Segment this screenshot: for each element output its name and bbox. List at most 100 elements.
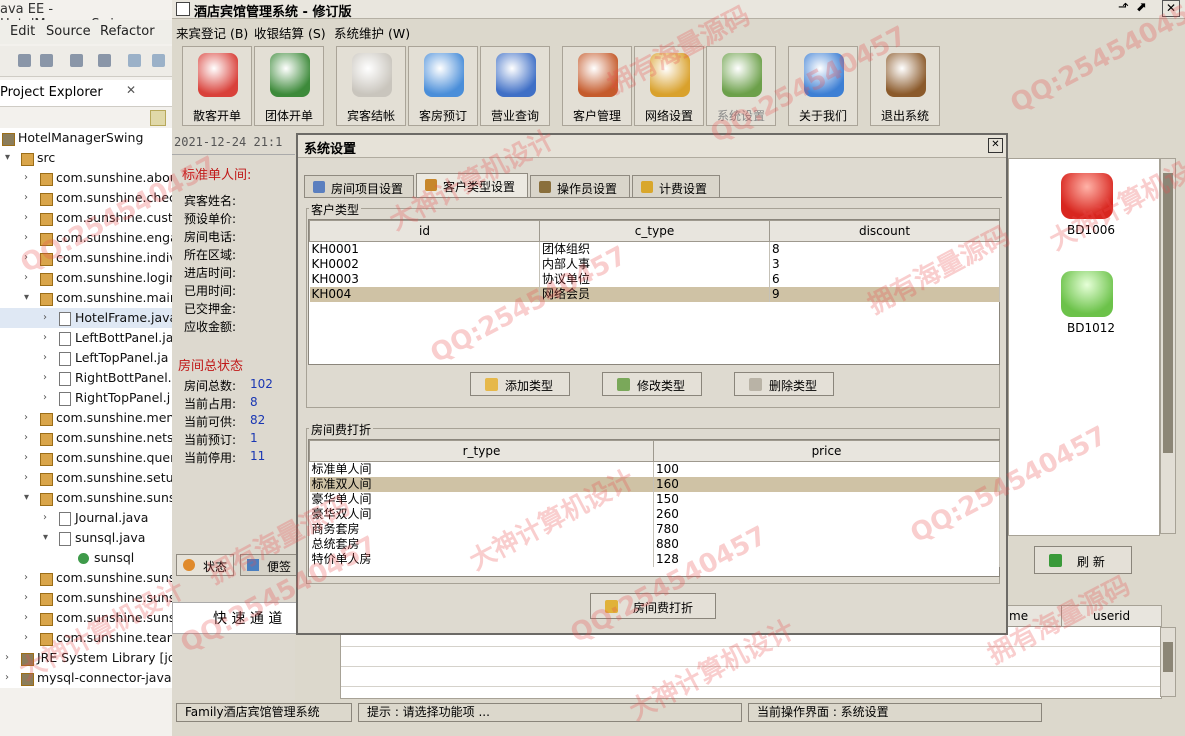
menu-refactor[interactable]: Refactor <box>100 24 155 39</box>
chevron-right-icon[interactable]: › <box>5 648 9 668</box>
chevron-right-icon[interactable]: › <box>24 168 28 188</box>
link-editor-icon[interactable] <box>150 110 166 126</box>
table-row[interactable]: 特价单人房 128 <box>309 552 1000 567</box>
chevron-right-icon[interactable]: › <box>24 268 28 288</box>
chevron-right-icon[interactable]: › <box>43 508 47 528</box>
col-header-discount[interactable]: discount <box>769 220 1000 242</box>
project-explorer-tab[interactable]: Project Explorer ✕ <box>0 80 172 107</box>
toolbar-button-6[interactable]: 网络设置 <box>634 46 704 126</box>
tree-item[interactable]: › JRE System Library [jd <box>0 648 176 668</box>
chevron-right-icon[interactable]: › <box>43 308 47 328</box>
save-all-icon[interactable] <box>40 54 53 67</box>
tree-file-item[interactable]: ▾ sunsql.java <box>0 528 172 548</box>
toolbar-button-5[interactable]: 客户管理 <box>562 46 632 126</box>
tree-file-item[interactable]: › HotelFrame.java <box>0 308 177 328</box>
tab-room-items[interactable]: 房间项目设置 <box>304 175 414 197</box>
tree-package-item[interactable]: › com.sunshine.enga <box>0 228 178 248</box>
chevron-right-icon[interactable]: › <box>24 568 28 588</box>
toolbar-button-1[interactable]: 团体开单 <box>254 46 324 126</box>
run-icon[interactable] <box>128 54 141 67</box>
tree-package-item[interactable]: › com.sunshine.suns <box>0 588 175 608</box>
console-icon[interactable] <box>70 54 83 67</box>
chevron-right-icon[interactable]: › <box>43 348 47 368</box>
chevron-down-icon[interactable]: ▾ <box>5 148 10 168</box>
tree-package-item[interactable]: › com.sunshine.abou <box>0 168 178 188</box>
tree-file-item[interactable]: › RightBottPanel. <box>0 368 172 388</box>
col-header-price[interactable]: price <box>653 440 1000 462</box>
table-row[interactable]: 总统套房 880 <box>309 537 1000 552</box>
chevron-right-icon[interactable]: › <box>24 188 28 208</box>
tree-item[interactable]: sunsql <box>0 548 172 568</box>
tree-file-item[interactable]: › LeftTopPanel.ja <box>0 348 172 368</box>
toolbar-button-8[interactable]: 关于我们 <box>788 46 858 126</box>
tree-package-item[interactable]: › com.sunshine.suns <box>0 608 175 628</box>
toolbar-button-2[interactable]: 宾客结帐 <box>336 46 406 126</box>
tree-item[interactable]: ▾ src <box>0 148 172 168</box>
tree-item[interactable]: › mysql-connector-java <box>0 668 172 688</box>
save-icon[interactable] <box>18 54 31 67</box>
dialog-close-icon[interactable]: ✕ <box>988 138 1003 153</box>
tree-package-item[interactable]: › com.sunshine.custo <box>0 208 180 228</box>
tab-status[interactable]: 状态 <box>176 554 234 576</box>
tree-package-item[interactable]: › com.sunshine.suns <box>0 568 175 588</box>
tree-package-item[interactable]: › com.sunshine.chec <box>0 188 176 208</box>
chevron-right-icon[interactable]: › <box>24 468 28 488</box>
tree-package-item[interactable]: › com.sunshine.team <box>0 628 179 648</box>
toolbar-button-7[interactable]: 系统设置 <box>706 46 776 126</box>
chevron-down-icon[interactable]: ▾ <box>24 488 29 508</box>
add-type-button[interactable]: 添加类型 <box>470 372 570 396</box>
chevron-right-icon[interactable]: › <box>24 428 28 448</box>
window-close-icon[interactable]: ✕ <box>1162 0 1180 17</box>
tree-package-item[interactable]: › com.sunshine.indiv <box>0 248 177 268</box>
toolbar-button-4[interactable]: 营业查询 <box>480 46 550 126</box>
chevron-right-icon[interactable]: › <box>24 208 28 228</box>
tree-package-item[interactable]: › com.sunshine.quer <box>0 448 175 468</box>
table-row[interactable]: 豪华单人间 150 <box>309 492 1000 507</box>
col-header-id[interactable]: id <box>309 220 540 242</box>
chevron-down-icon[interactable]: ▾ <box>43 528 48 548</box>
chevron-right-icon[interactable]: › <box>43 368 47 388</box>
table-row[interactable]: 商务套房 780 <box>309 522 1000 537</box>
room-bd1012-icon[interactable] <box>1061 271 1113 317</box>
bottom-scrollbar[interactable] <box>1160 627 1176 697</box>
chevron-right-icon[interactable]: › <box>43 328 47 348</box>
table-row[interactable]: KH0003 协议单位 6 <box>309 272 1000 287</box>
tree-package-item[interactable]: › com.sunshine.menu <box>0 408 182 428</box>
menu-source[interactable]: Source <box>46 24 91 39</box>
delete-type-button[interactable]: 删除类型 <box>734 372 834 396</box>
chevron-right-icon[interactable]: › <box>24 608 28 628</box>
menu-maintenance[interactable]: 系统维护 (W) <box>334 23 410 42</box>
tree-package-item[interactable]: › com.sunshine.netse <box>0 428 181 448</box>
tree-item[interactable]: ▾HotelManagerSwing <box>0 128 172 148</box>
menu-checkin[interactable]: 来宾登记 (B) <box>176 23 248 42</box>
chevron-right-icon[interactable]: › <box>24 628 28 648</box>
tab-notes[interactable]: 便签 <box>240 554 298 576</box>
col-header-r-type[interactable]: r_type <box>309 440 654 462</box>
table-row[interactable]: 标准单人间 100 <box>309 461 1000 477</box>
scroll-thumb[interactable] <box>1163 173 1173 453</box>
chevron-right-icon[interactable]: › <box>24 448 28 468</box>
col-header-c-type[interactable]: c_type <box>539 220 770 242</box>
tab-customer-type[interactable]: 客户类型设置 <box>416 173 528 197</box>
maximize-icon[interactable]: ⬈ <box>1136 0 1147 15</box>
table-row[interactable]: KH004 网络会员 9 <box>309 287 1000 302</box>
chevron-right-icon[interactable]: › <box>24 228 28 248</box>
chevron-right-icon[interactable]: › <box>5 668 9 688</box>
pause-icon[interactable] <box>152 54 165 67</box>
tab-operator[interactable]: 操作员设置 <box>530 175 630 197</box>
menu-edit[interactable]: Edit <box>10 24 35 39</box>
room-scrollbar[interactable] <box>1160 158 1176 534</box>
chevron-right-icon[interactable]: › <box>43 388 47 408</box>
chevron-down-icon[interactable]: ▾ <box>24 288 29 308</box>
room-discount-button[interactable]: 房间费打折 <box>590 593 716 619</box>
close-icon[interactable]: ✕ <box>126 83 136 97</box>
table-row[interactable]: KH0001 团体组织 8 <box>309 241 1000 257</box>
table-row[interactable]: KH0002 内部人事 3 <box>309 257 1000 272</box>
tree-file-item[interactable]: › RightTopPanel.j <box>0 388 172 408</box>
chevron-right-icon[interactable]: › <box>24 408 28 428</box>
room-bd1006-icon[interactable] <box>1061 173 1113 219</box>
tree-package-item[interactable]: › com.sunshine.setup <box>0 468 181 488</box>
pen-icon[interactable] <box>98 54 111 67</box>
tree-package-item[interactable]: ▾ com.sunshine.suns <box>0 488 175 508</box>
refresh-button[interactable]: 刷 新 <box>1034 546 1132 574</box>
